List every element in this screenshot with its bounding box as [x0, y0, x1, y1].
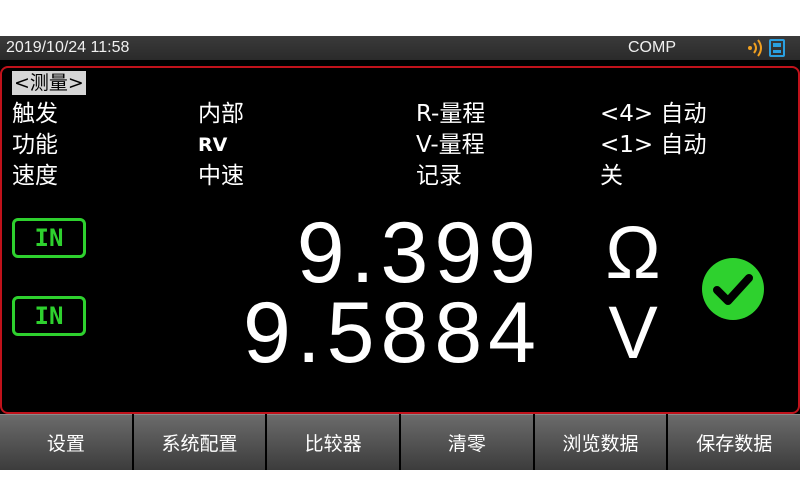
settings-button[interactable]: 设置 [0, 414, 132, 470]
signal-icon [748, 39, 762, 57]
function-label: 功能 [12, 132, 58, 158]
trigger-label: 触发 [12, 101, 58, 127]
voltage-status-badge: IN [12, 296, 86, 336]
browse-data-button[interactable]: 浏览数据 [534, 414, 667, 470]
resistance-unit: Ω [605, 211, 661, 294]
speed-label: 速度 [12, 163, 58, 189]
v-range-value[interactable]: <1> 自动 [600, 131, 707, 159]
storage-icon [769, 39, 785, 57]
function-value[interactable]: RV [198, 131, 227, 159]
v-range-label: V-量程 [416, 132, 485, 158]
record-label: 记录 [416, 163, 462, 189]
r-range-value[interactable]: <4> 自动 [600, 100, 707, 128]
measurement-screen: <测量> 触发 内部 功能 RV 速度 中速 R-量程 <4> 自动 V-量程 … [0, 66, 800, 414]
r-range-label: R-量程 [416, 101, 486, 127]
system-config-button[interactable]: 系统配置 [133, 414, 266, 470]
comparator-button[interactable]: 比较器 [267, 414, 400, 470]
voltage-reading: 9.5884 [242, 285, 542, 381]
zero-button[interactable]: 清零 [401, 414, 533, 470]
instrument-display: 2019/10/24 11:58 COMP <测量> 触发 内部 功能 RV 速… [0, 36, 800, 470]
page-tab-measure[interactable]: <测量> [12, 71, 86, 95]
mode-indicator: COMP [628, 39, 676, 56]
check-circle-icon [702, 258, 764, 320]
status-bar: 2019/10/24 11:58 COMP [0, 36, 800, 60]
speed-value[interactable]: 中速 [198, 162, 244, 190]
datetime: 2019/10/24 11:58 [6, 39, 130, 56]
resistance-status-badge: IN [12, 218, 86, 258]
softkey-bar: 设置 系统配置 比较器 清零 浏览数据 保存数据 [0, 414, 800, 470]
save-data-button[interactable]: 保存数据 [668, 414, 800, 470]
record-value[interactable]: 关 [600, 162, 623, 190]
voltage-unit: V [608, 291, 658, 374]
trigger-value[interactable]: 内部 [198, 100, 244, 128]
